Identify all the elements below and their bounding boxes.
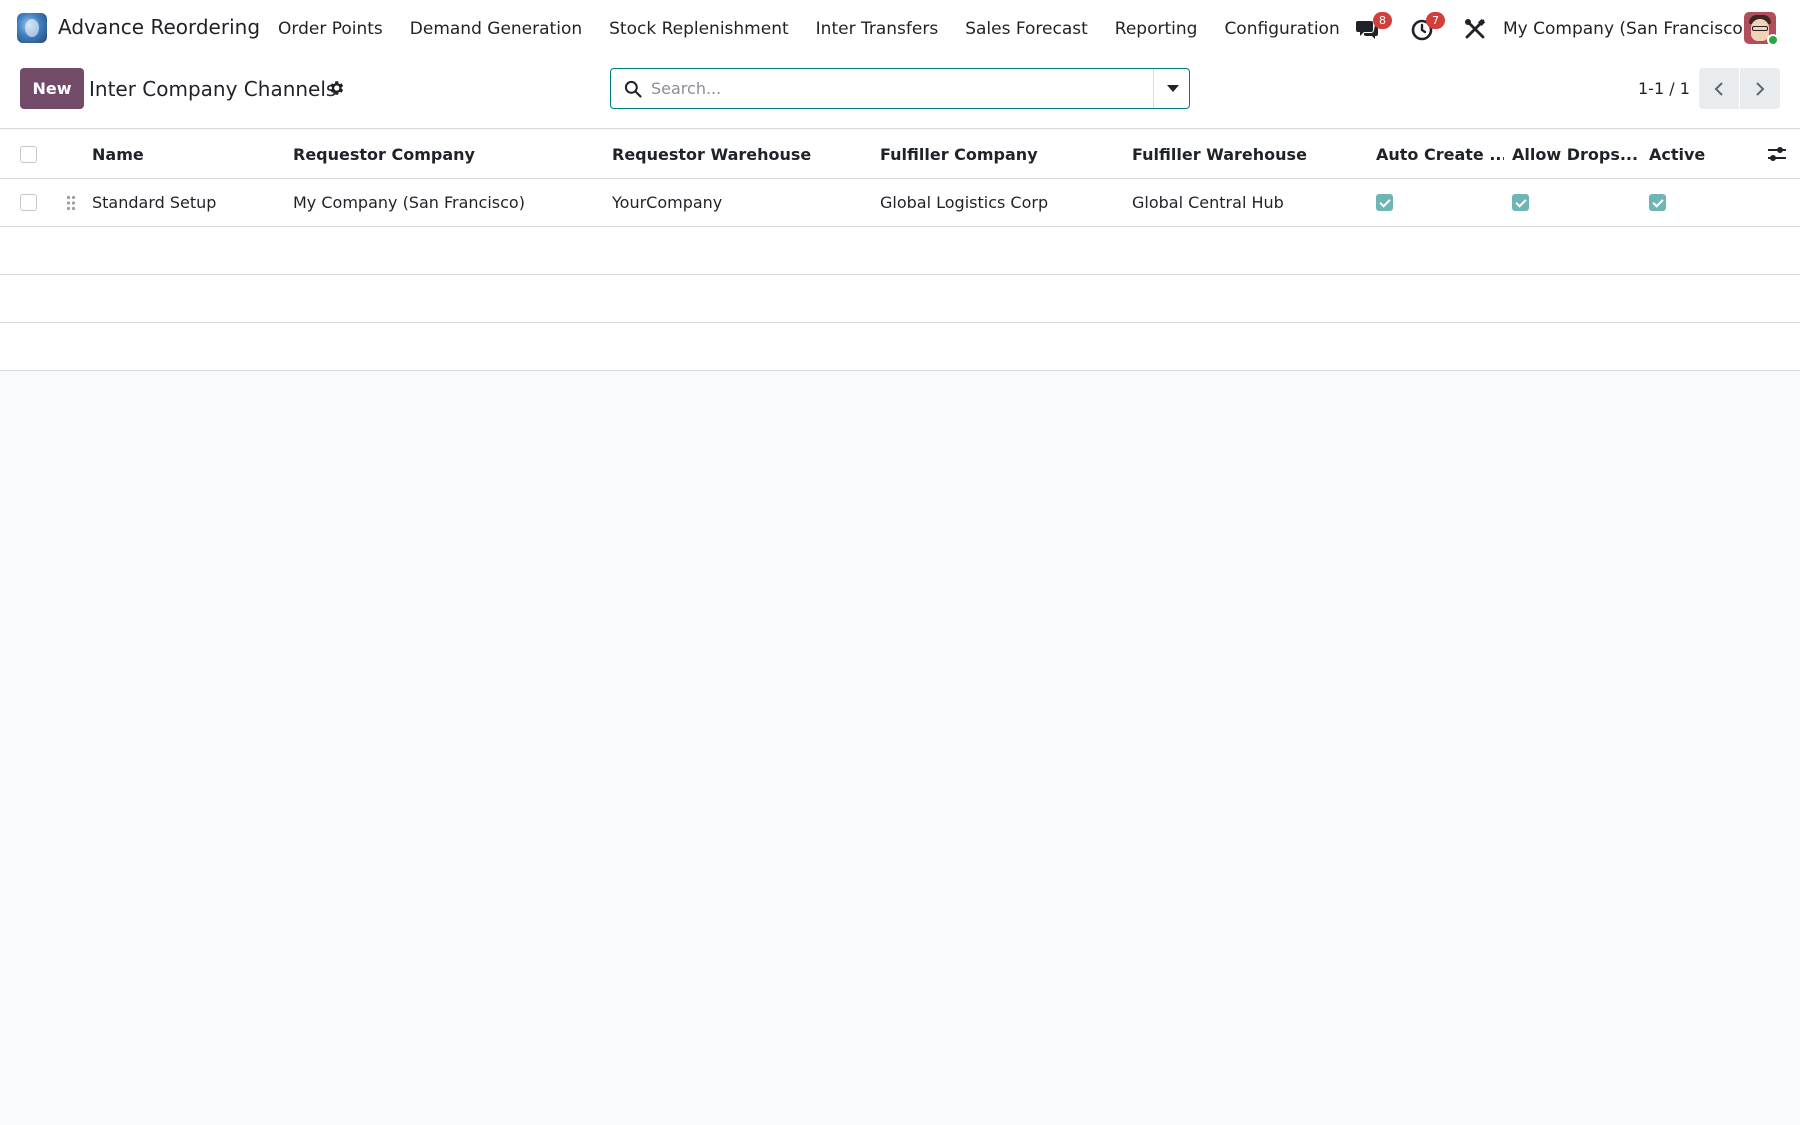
column-header-requestor-warehouse[interactable]: Requestor Warehouse (612, 130, 872, 178)
search-input[interactable] (651, 71, 1141, 106)
empty-row (0, 275, 1800, 323)
menu-item-demand-generation[interactable]: Demand Generation (410, 19, 582, 39)
sliders-icon (1768, 147, 1786, 161)
cell-allow-dropship[interactable] (1512, 179, 1529, 226)
cell-auto-create[interactable] (1376, 179, 1393, 226)
column-header-fulfiller-warehouse[interactable]: Fulfiller Warehouse (1132, 130, 1362, 178)
column-header-fulfiller-company[interactable]: Fulfiller Company (880, 130, 1120, 178)
row-select-checkbox-cell[interactable] (20, 179, 37, 226)
empty-row (0, 227, 1800, 275)
chevron-left-icon (1714, 82, 1723, 96)
pager-previous-button[interactable] (1699, 68, 1739, 109)
allow-dropship-checkbox[interactable] (1512, 194, 1529, 211)
page-title: Inter Company Channels (89, 77, 337, 101)
cell-name[interactable]: Standard Setup (92, 179, 282, 226)
menu-item-stock-replenishment[interactable]: Stock Replenishment (609, 19, 789, 39)
gear-icon[interactable] (327, 79, 345, 97)
menu-item-reporting[interactable]: Reporting (1115, 19, 1198, 39)
column-header-requestor-company[interactable]: Requestor Company (293, 130, 603, 178)
company-switcher[interactable]: My Company (San Francisco) (1503, 19, 1749, 39)
table-row[interactable]: Standard Setup My Company (San Francisco… (0, 179, 1800, 227)
messages-badge: 8 (1373, 12, 1392, 29)
main-menu: Order Points Demand Generation Stock Rep… (278, 19, 1367, 39)
menu-item-sales-forecast[interactable]: Sales Forecast (965, 19, 1088, 39)
auto-create-checkbox[interactable] (1376, 194, 1393, 211)
records-list: Name Requestor Company Requestor Warehou… (0, 130, 1800, 371)
column-header-allow-dropship[interactable]: Allow Drops... (1512, 130, 1640, 178)
row-select-checkbox[interactable] (20, 194, 37, 211)
drag-handle[interactable] (66, 179, 76, 226)
active-checkbox[interactable] (1649, 194, 1666, 211)
empty-row (0, 323, 1800, 371)
cell-requestor-warehouse[interactable]: YourCompany (612, 179, 872, 226)
menu-item-configuration[interactable]: Configuration (1224, 19, 1339, 39)
top-navbar: Advance Reordering Order Points Demand G… (0, 0, 1800, 57)
table-header: Name Requestor Company Requestor Warehou… (0, 130, 1800, 179)
activities-badge: 7 (1426, 12, 1445, 29)
menu-item-order-points[interactable]: Order Points (278, 19, 383, 39)
cell-requestor-company[interactable]: My Company (San Francisco) (293, 179, 603, 226)
search-options-toggle[interactable] (1153, 69, 1189, 108)
new-button[interactable]: New (20, 68, 84, 109)
pager-next-button[interactable] (1740, 68, 1780, 109)
drag-handle-icon (66, 195, 76, 210)
avatar-glasses (1752, 26, 1768, 31)
column-header-name[interactable]: Name (92, 130, 282, 178)
search-box (610, 68, 1190, 109)
chevron-right-icon (1756, 82, 1765, 96)
menu-item-inter-transfers[interactable]: Inter Transfers (816, 19, 939, 39)
select-all-checkbox[interactable] (20, 145, 37, 163)
cell-fulfiller-company[interactable]: Global Logistics Corp (880, 179, 1120, 226)
app-name[interactable]: Advance Reordering (58, 15, 260, 39)
select-all-checkbox-cell[interactable] (20, 130, 37, 178)
optional-columns-toggle[interactable] (1767, 130, 1787, 178)
column-header-active[interactable]: Active (1649, 130, 1749, 178)
cell-fulfiller-warehouse[interactable]: Global Central Hub (1132, 179, 1362, 226)
control-panel: New Inter Company Channels 1-1 / 1 (0, 57, 1800, 129)
caret-down-icon (1167, 85, 1179, 92)
app-logo-icon[interactable] (17, 13, 47, 43)
pager-value[interactable]: 1-1 / 1 (1638, 79, 1690, 98)
tools-icon[interactable] (1463, 17, 1487, 41)
column-header-auto-create[interactable]: Auto Create ... (1376, 130, 1504, 178)
cell-active[interactable] (1649, 179, 1666, 226)
presence-status-icon (1767, 34, 1779, 46)
search-icon (624, 80, 642, 98)
